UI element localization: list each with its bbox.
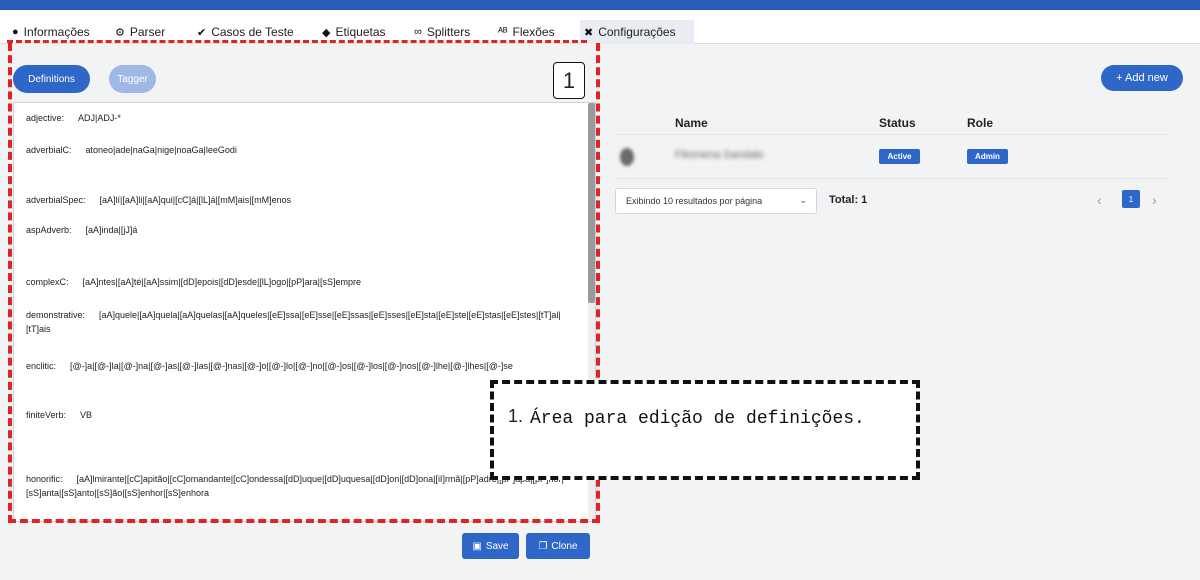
definition-line: adjective: ADJ|ADJ-* [26, 111, 571, 125]
callout-number: 1. [508, 406, 524, 426]
tab-label: Configurações [598, 25, 676, 39]
definition-line: complexC: [aA]ntes|[aA]té|[aA]ssim|[dD]ep… [26, 275, 571, 289]
tab-label: Parser [129, 25, 166, 39]
definition-label: enclitic: [26, 361, 57, 371]
tab-label: Informações [23, 25, 90, 39]
avatar [620, 148, 634, 166]
definition-value: atoneo|ade|naGa|nige|noaGa|leeGodi [85, 145, 237, 155]
role-badge: Admin [967, 149, 1008, 164]
status-badge: Active [879, 149, 920, 164]
tab-configuracoes[interactable]: ✖ Configurações [580, 20, 694, 44]
link-icon: ∞ [414, 26, 422, 38]
gears-icon: ⚙ [115, 26, 125, 39]
scrollbar-thumb[interactable] [588, 103, 595, 303]
clone-icon: ❐ [538, 540, 548, 552]
save-label: Save [485, 540, 509, 552]
page-size-label: Exibindo 10 resultados por página [626, 196, 763, 206]
info-icon: ● [12, 26, 19, 38]
tabs-highlight-annotation [7, 40, 587, 43]
definition-line: enclitic: [@-]a|[@-]la|[@-]na|[@-]as|[@-]… [26, 359, 571, 373]
tab-label: Etiquetas [335, 25, 386, 39]
annotation-callout: 1. Área para edição de definições. [490, 380, 920, 480]
tag-icon: ◆ [322, 26, 331, 39]
tab-label: Casos de Teste [211, 25, 294, 39]
definition-line: aspAdverb: [aA]inda|[jJ]á [26, 223, 571, 237]
chevron-down-icon: ⌄ [799, 195, 807, 205]
definition-value: [aA]lí|[aA]li|[aA]qui|[cC]á|[lL]á|[mM]ai… [99, 195, 292, 205]
tab-label: Splitters [426, 25, 471, 39]
column-header-name[interactable]: Name [675, 116, 708, 130]
tools-icon: ✖ [584, 26, 594, 39]
annotation-number-badge: 1 [553, 62, 585, 99]
save-icon: ▣ [472, 540, 482, 552]
previous-page-icon[interactable]: ‹ [1097, 192, 1102, 208]
tab-label: Flexões [512, 25, 555, 39]
total-count: Total: 1 [829, 194, 868, 206]
definition-line: demonstrative: [aA]quele|[aA]quela|[aA]qu… [26, 308, 571, 336]
definition-line: adverbialC: atoneo|ade|naGa|nige|noaGa|le… [26, 143, 571, 157]
definition-value: VB [80, 410, 93, 420]
top-stripe [0, 0, 1200, 10]
definition-line: adverbialSpec: [aA]lí|[aA]li|[aA]qui|[cC]… [26, 193, 571, 207]
row-divider [615, 178, 1170, 179]
definitions-panel: Definitions Tagger 1 adjective: ADJ|ADJ-*… [8, 43, 600, 570]
definition-label: adverbialSpec: [26, 195, 86, 205]
page-number-button[interactable]: 1 [1122, 190, 1140, 208]
definition-label: finiteVerb: [26, 410, 67, 420]
tagger-mode-button[interactable]: Tagger [109, 65, 156, 93]
definition-label: demonstrative: [26, 310, 86, 320]
definition-value: ADJ|ADJ-* [78, 113, 121, 123]
callout-text: Área para edição de definições. [530, 409, 865, 429]
definition-value: [aA]inda|[jJ]á [85, 225, 138, 235]
top-header [0, 0, 1200, 20]
clone-button[interactable]: ❐ Clone [526, 533, 590, 559]
page-size-select[interactable]: Exibindo 10 resultados por página ⌄ [615, 188, 817, 214]
column-header-role[interactable]: Role [967, 116, 993, 130]
definition-label: adverbialC: [26, 145, 72, 155]
add-new-button[interactable]: + Add new [1101, 65, 1183, 91]
definition-value: [@-]a|[@-]la|[@-]na|[@-]as|[@-]las|[@-]n… [70, 361, 513, 371]
clone-label: Clone [551, 540, 578, 552]
definition-value: [aA]lmirante|[cC]apitão|[cC]omandante|[c… [26, 474, 564, 498]
definitions-mode-button[interactable]: Definitions [13, 65, 90, 93]
definition-label: aspAdverb: [26, 225, 72, 235]
check-circle-icon: ✔ [197, 26, 207, 39]
definition-value: [aA]quele|[aA]quela|[aA]quelas|[aA]quele… [26, 310, 561, 334]
header-divider [615, 134, 1170, 135]
next-page-icon[interactable]: › [1152, 192, 1157, 208]
column-header-status[interactable]: Status [879, 116, 916, 130]
definition-label: honorific: [26, 474, 63, 484]
spellcheck-icon: ᴬᴮ [498, 26, 508, 38]
definition-label: adjective: [26, 113, 65, 123]
definition-label: complexC: [26, 277, 69, 287]
save-button[interactable]: ▣ Save [462, 533, 519, 559]
user-name: Filomena Sandalo [675, 149, 764, 161]
definition-value: [aA]ntes|[aA]té|[aA]ssim|[dD]epois|[dD]e… [82, 277, 362, 287]
